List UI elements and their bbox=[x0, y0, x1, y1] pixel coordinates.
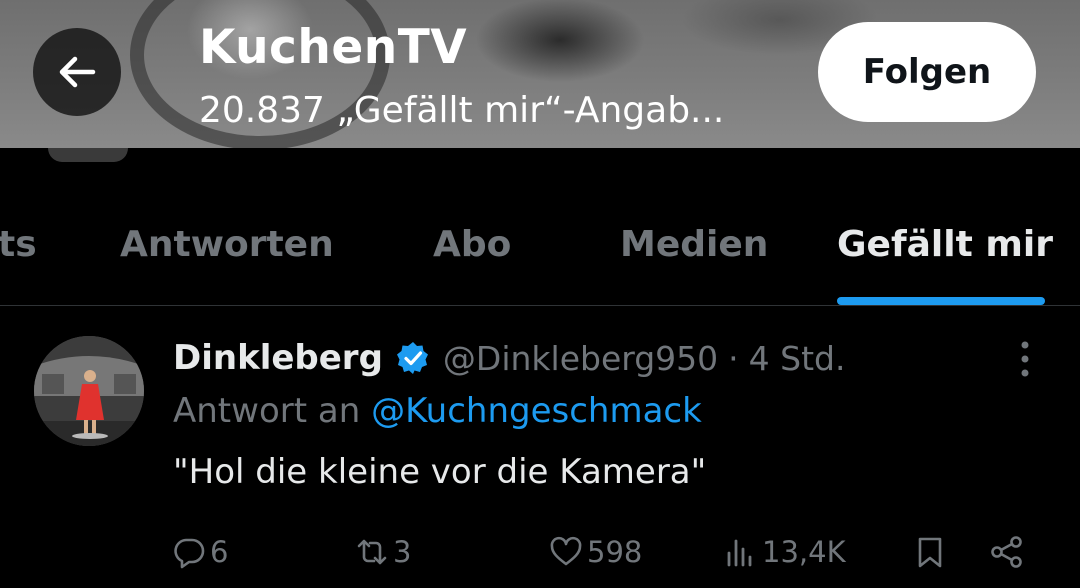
profile-avatar-edge bbox=[48, 148, 128, 162]
post-actions: 6 3 598 13,4K bbox=[0, 527, 1080, 577]
view-count: 13,4K bbox=[762, 535, 846, 569]
post-text: "Hol die kleine vor die Kamera" bbox=[173, 452, 707, 492]
more-options-icon[interactable] bbox=[1010, 337, 1040, 381]
arrow-left-icon bbox=[59, 56, 96, 88]
back-button[interactable] bbox=[33, 28, 121, 116]
profile-header: KuchenTV 20.837 „Gefällt mir“-Angab... F… bbox=[0, 0, 1080, 148]
tab-posts[interactable]: ts bbox=[0, 224, 37, 265]
reply-count: 6 bbox=[210, 535, 229, 569]
share-icon[interactable] bbox=[989, 527, 1025, 577]
tab-likes[interactable]: Gefällt mir bbox=[837, 224, 1053, 265]
separator: · bbox=[728, 338, 739, 378]
like-count: 598 bbox=[587, 535, 643, 569]
tab-media[interactable]: Medien bbox=[620, 224, 768, 265]
reply-context: Antwort an @Kuchngeschmack bbox=[173, 391, 702, 431]
tab-replies[interactable]: Antworten bbox=[120, 224, 334, 265]
views-button[interactable]: 13,4K bbox=[724, 527, 846, 577]
follow-button[interactable]: Folgen bbox=[818, 22, 1036, 122]
like-button[interactable]: 598 bbox=[549, 527, 642, 577]
repost-icon bbox=[357, 539, 387, 565]
verified-badge-icon bbox=[396, 342, 428, 374]
avatar[interactable] bbox=[34, 336, 144, 446]
author-name[interactable]: Dinkleberg bbox=[173, 338, 383, 378]
tab-subscriptions[interactable]: Abo bbox=[433, 224, 511, 265]
reply-button[interactable]: 6 bbox=[172, 527, 228, 577]
likes-count: 20.837 „Gefällt mir“-Angab... bbox=[199, 90, 725, 131]
reply-mention-link[interactable]: @Kuchngeschmack bbox=[371, 391, 702, 431]
active-tab-indicator bbox=[837, 297, 1045, 305]
views-chart-icon bbox=[727, 539, 752, 567]
heart-icon bbox=[550, 536, 582, 566]
repost-count: 3 bbox=[393, 535, 412, 569]
reply-prefix: Antwort an bbox=[173, 391, 361, 431]
profile-tabs: ts Antworten Abo Medien Gefällt mir bbox=[0, 186, 1080, 306]
avatar-image bbox=[34, 336, 144, 446]
post-time[interactable]: 4 Std. bbox=[749, 339, 846, 378]
profile-name: KuchenTV bbox=[199, 20, 468, 75]
repost-button[interactable]: 3 bbox=[355, 527, 411, 577]
author-handle[interactable]: @Dinkleberg950 bbox=[443, 339, 718, 378]
post[interactable]: Dinkleberg @Dinkleberg950 · 4 Std. Antwo… bbox=[0, 307, 1080, 588]
reply-icon bbox=[174, 538, 205, 569]
bookmark-icon[interactable] bbox=[913, 527, 947, 577]
post-header: Dinkleberg @Dinkleberg950 · 4 Std. bbox=[173, 333, 845, 383]
